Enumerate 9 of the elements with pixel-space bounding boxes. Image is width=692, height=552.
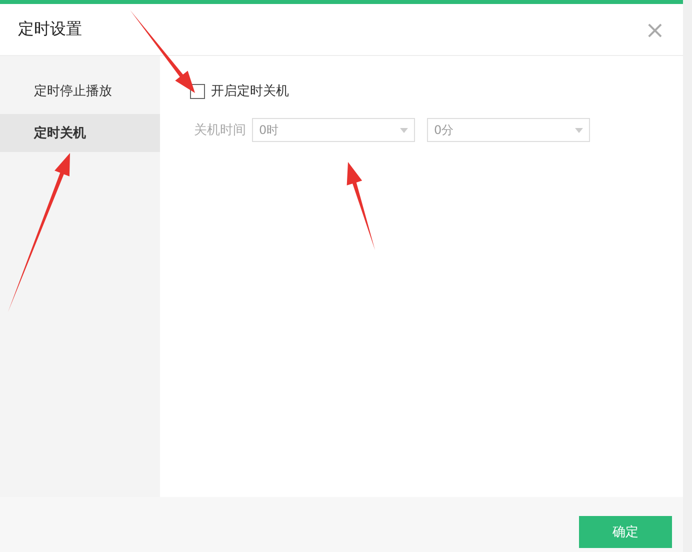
checkbox-label: 开启定时关机 [211,83,289,100]
field-label: 关机时间 [193,122,246,139]
caret-icon [400,128,408,132]
caret-icon [575,128,583,132]
window-title: 定时设置 [18,19,82,40]
confirm-button[interactable]: 确定 [579,516,672,548]
sidebar-item[interactable]: 定时停止播放 [0,72,160,110]
close-button[interactable]: × [644,18,665,42]
sidebar-item[interactable]: 定时关机 [0,114,160,152]
